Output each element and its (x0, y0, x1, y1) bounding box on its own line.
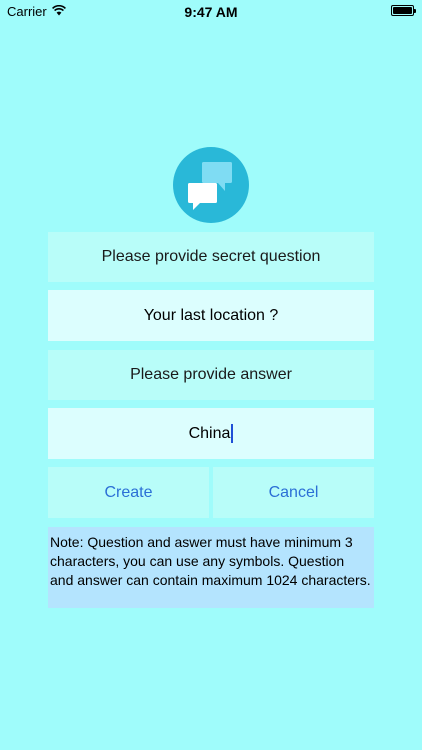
battery-icon (391, 5, 416, 16)
answer-input[interactable]: China (48, 408, 374, 459)
chat-bubbles-icon (173, 147, 249, 223)
answer-input-value: China (188, 424, 231, 442)
question-prompt: Please provide secret question (48, 232, 374, 282)
create-button[interactable]: Create (48, 467, 209, 518)
answer-prompt: Please provide answer (48, 350, 374, 400)
text-cursor (231, 424, 234, 443)
note-text: Note: Question and aswer must have minim… (48, 527, 374, 608)
question-input-value: Your last location ? (143, 306, 279, 324)
status-time: 9:47 AM (184, 4, 238, 20)
action-buttons: Create Cancel (48, 467, 374, 518)
cancel-button[interactable]: Cancel (213, 467, 374, 518)
question-input[interactable]: Your last location ? (48, 290, 374, 341)
status-bar: Carrier 9:47 AM (0, 0, 422, 24)
